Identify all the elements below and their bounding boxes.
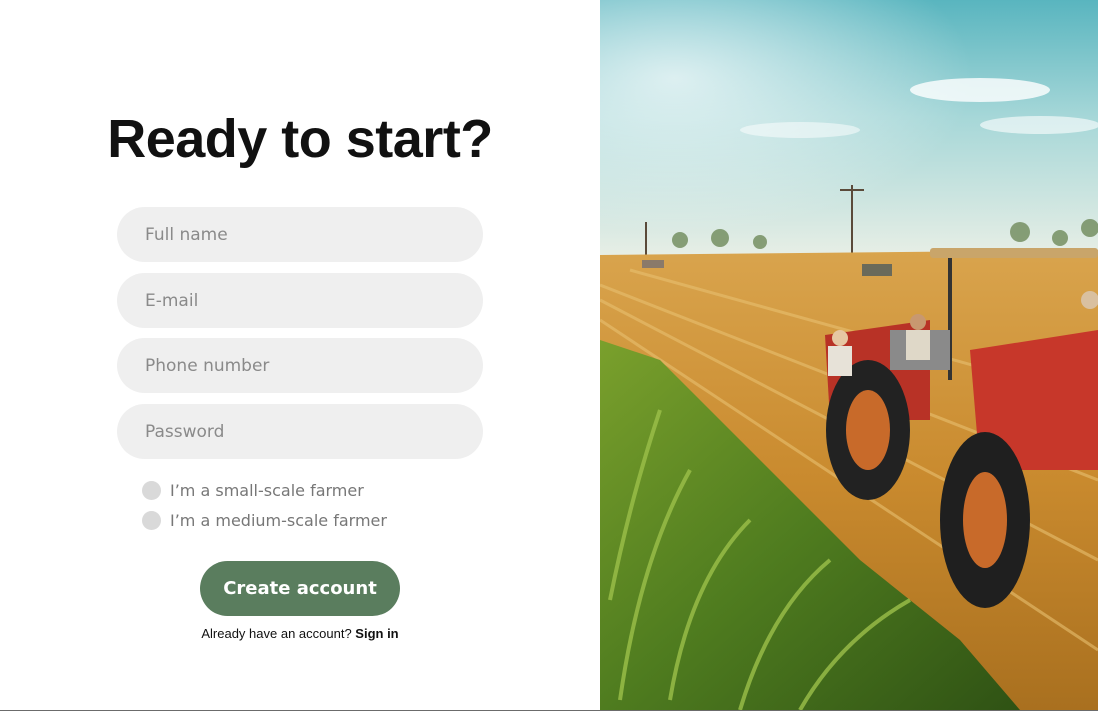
phone-input[interactable] bbox=[117, 338, 483, 393]
radio-medium-scale-farmer[interactable]: I’m a medium-scale farmer bbox=[142, 509, 387, 531]
signin-prompt-text: Already have an account? bbox=[201, 626, 352, 641]
radio-label: I’m a medium-scale farmer bbox=[170, 510, 387, 530]
email-input[interactable] bbox=[117, 273, 483, 328]
password-input[interactable] bbox=[117, 404, 483, 459]
signin-prompt: Already have an account? Sign in bbox=[0, 626, 600, 641]
signup-panel: Ready to start? I’m a small-scale farmer… bbox=[0, 0, 600, 710]
signin-link[interactable]: Sign in bbox=[355, 626, 398, 641]
full-name-input[interactable] bbox=[117, 207, 483, 262]
radio-button[interactable] bbox=[142, 480, 161, 500]
page-title: Ready to start? bbox=[107, 109, 493, 169]
tractor-field-photo bbox=[600, 0, 1098, 710]
radio-label: I’m a small-scale farmer bbox=[170, 480, 364, 500]
radio-button[interactable] bbox=[142, 510, 161, 530]
create-account-button[interactable]: Create account bbox=[200, 561, 400, 616]
radio-small-scale-farmer[interactable]: I’m a small-scale farmer bbox=[142, 479, 364, 501]
hero-image bbox=[600, 0, 1098, 710]
